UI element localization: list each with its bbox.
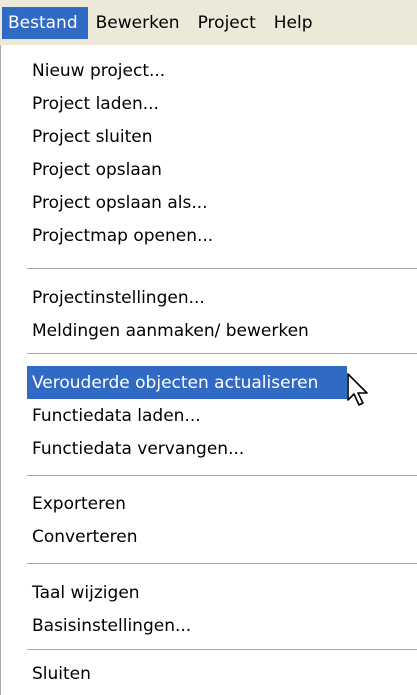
menu-item-functiedata-vervangen[interactable]: Functiedata vervangen...: [1, 432, 341, 465]
menu-item-functiedata-laden[interactable]: Functiedata laden...: [1, 399, 341, 432]
menu-separator: [27, 353, 417, 354]
menu-item-exporteren[interactable]: Exporteren: [1, 487, 341, 520]
menu-bestand[interactable]: Bestand: [2, 6, 88, 39]
menu-item-projectmap-openen[interactable]: Projectmap openen...: [1, 219, 341, 252]
menu-separator: [27, 563, 417, 564]
menu-bar: Bestand Bewerken Project Help: [0, 0, 417, 45]
menu-item-project-opslaan[interactable]: Project opslaan: [1, 153, 341, 186]
menu-help[interactable]: Help: [266, 7, 323, 39]
menu-separator: [27, 268, 417, 269]
menu-item-basisinstellingen[interactable]: Basisinstellingen...: [1, 609, 341, 642]
menu-separator: [27, 475, 417, 476]
menu-item-project-opslaan-als[interactable]: Project opslaan als...: [1, 186, 341, 219]
menu-item-nieuw-project[interactable]: Nieuw project...: [1, 54, 341, 87]
menu-item-meldingen-aanmaken[interactable]: Meldingen aanmaken/ bewerken: [1, 314, 341, 347]
menu-bewerken[interactable]: Bewerken: [88, 7, 190, 39]
menu-separator: [27, 649, 417, 650]
menu-project[interactable]: Project: [190, 7, 266, 39]
bestand-dropdown-menu: Nieuw project... Project laden... Projec…: [0, 45, 417, 695]
menu-item-project-sluiten[interactable]: Project sluiten: [1, 120, 341, 153]
menu-item-converteren[interactable]: Converteren: [1, 520, 341, 553]
menu-item-taal-wijzigen[interactable]: Taal wijzigen: [1, 576, 341, 609]
menu-item-sluiten[interactable]: Sluiten: [1, 657, 341, 690]
mouse-pointer-icon: [347, 373, 368, 406]
menu-item-projectinstellingen[interactable]: Projectinstellingen...: [1, 281, 341, 314]
menu-item-verouderde-objecten-actualiseren[interactable]: Verouderde objecten actualiseren: [27, 366, 347, 399]
menu-item-project-laden[interactable]: Project laden...: [1, 87, 341, 120]
